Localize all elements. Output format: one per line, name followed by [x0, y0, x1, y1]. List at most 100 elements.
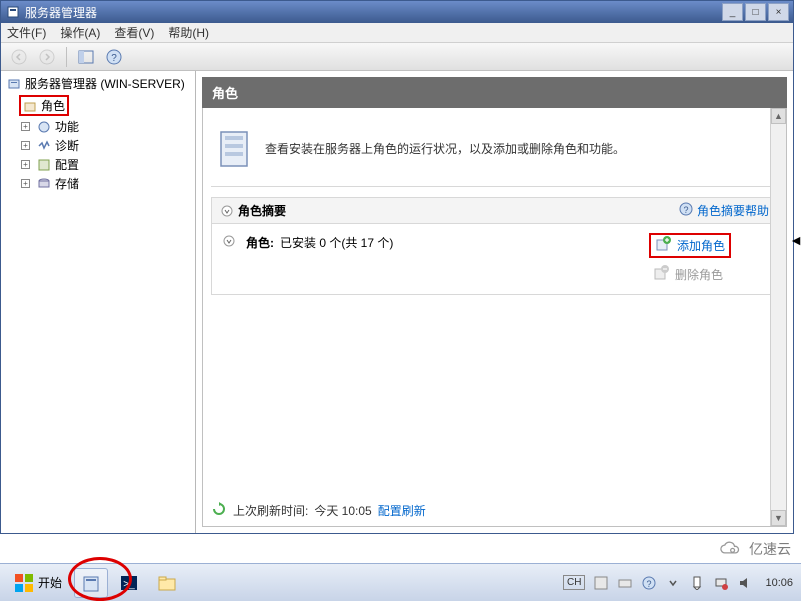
- svg-text:>_: >_: [123, 579, 135, 590]
- menu-help[interactable]: 帮助(H): [168, 24, 209, 41]
- description-text: 查看安装在服务器上角色的运行状况，以及添加或删除角色和功能。: [265, 140, 625, 157]
- refresh-bar: 上次刷新时间: 今天 10:05 配置刷新: [211, 501, 426, 520]
- summary-title: 角色摘要: [238, 202, 679, 219]
- role-large-icon: [215, 124, 255, 172]
- system-tray: CH ? 10:06: [563, 575, 793, 591]
- description-row: 查看安装在服务器上角色的运行状况，以及添加或删除角色和功能。: [211, 116, 778, 187]
- maximize-button[interactable]: □: [745, 3, 766, 21]
- features-icon: [37, 120, 51, 134]
- roles-installed: 角色: 已安装 0 个(共 17 个): [222, 234, 653, 284]
- refresh-icon: [211, 501, 227, 520]
- ime-options-icon[interactable]: [593, 575, 609, 591]
- roles-summary-box: 角色摘要 ? 角色摘要帮助 角色:: [211, 197, 778, 295]
- diagnostics-icon: [37, 139, 51, 153]
- content-body: 查看安装在服务器上角色的运行状况，以及添加或删除角色和功能。 角色摘要 ? 角色…: [202, 108, 787, 527]
- content-header: 角色: [202, 77, 787, 108]
- close-button[interactable]: ×: [768, 3, 789, 21]
- expand-icon[interactable]: +: [21, 141, 30, 150]
- tree-node-configuration[interactable]: + 配置: [7, 155, 189, 174]
- refresh-config-link[interactable]: 配置刷新: [378, 502, 426, 519]
- svg-text:?: ?: [683, 205, 688, 215]
- watermark: 亿速云: [717, 539, 791, 559]
- tree-config-label: 配置: [55, 156, 79, 173]
- task-powershell[interactable]: >_: [112, 568, 146, 598]
- server-manager-window: 服务器管理器 _ □ × 文件(F) 操作(A) 查看(V) 帮助(H) ?: [0, 0, 794, 534]
- watermark-text: 亿速云: [749, 539, 791, 559]
- start-button[interactable]: 开始: [6, 569, 70, 597]
- refresh-prefix: 上次刷新时间:: [233, 502, 308, 519]
- config-icon: [37, 158, 51, 172]
- server-manager-icon: [7, 77, 21, 91]
- expand-icon[interactable]: +: [21, 179, 30, 188]
- ime-indicator[interactable]: CH: [563, 575, 585, 590]
- toolbar: ?: [1, 43, 793, 71]
- help-button[interactable]: ?: [102, 46, 126, 68]
- network-icon[interactable]: [713, 575, 729, 591]
- menu-file[interactable]: 文件(F): [7, 24, 46, 41]
- start-label: 开始: [38, 574, 62, 591]
- tree-storage-label: 存储: [55, 175, 79, 192]
- expand-icon[interactable]: +: [21, 160, 30, 169]
- forward-button: [35, 46, 59, 68]
- help-icon: ?: [679, 202, 693, 219]
- scroll-down-icon[interactable]: ▼: [771, 510, 786, 526]
- summary-body: 角色: 已安装 0 个(共 17 个) 添加角色: [212, 224, 777, 294]
- tree-diag-label: 诊断: [55, 137, 79, 154]
- roles-icon: [23, 99, 37, 113]
- refresh-time: 今天 10:05: [314, 502, 371, 519]
- window-title: 服务器管理器: [25, 4, 722, 21]
- tree-root[interactable]: 服务器管理器 (WIN-SERVER): [7, 75, 189, 92]
- add-icon: [655, 236, 671, 255]
- tree-node-roles[interactable]: 角色: [7, 94, 189, 117]
- tree-node-storage[interactable]: + 存储: [7, 174, 189, 193]
- windows-logo-icon: [14, 573, 34, 593]
- main-area: 服务器管理器 (WIN-SERVER) 角色 + 功能 +: [1, 71, 793, 533]
- vertical-scrollbar[interactable]: ▲ ▼: [770, 108, 786, 526]
- tree-node-features[interactable]: + 功能: [7, 117, 189, 136]
- menu-view[interactable]: 查看(V): [114, 24, 154, 41]
- action-center-icon[interactable]: [689, 575, 705, 591]
- add-roles-label: 添加角色: [677, 237, 725, 254]
- tree-features-label: 功能: [55, 118, 79, 135]
- summary-help-label: 角色摘要帮助: [697, 202, 769, 219]
- expand-icon[interactable]: +: [21, 122, 30, 131]
- app-icon: [5, 4, 21, 20]
- tray-expand-icon[interactable]: [665, 575, 681, 591]
- chevron-icon[interactable]: [222, 234, 236, 248]
- tree-roles-label: 角色: [41, 97, 65, 114]
- task-server-manager[interactable]: [74, 568, 108, 598]
- clock[interactable]: 10:06: [765, 577, 793, 589]
- menubar: 文件(F) 操作(A) 查看(V) 帮助(H): [1, 23, 793, 43]
- edge-arrow-icon: ◄: [789, 232, 801, 248]
- tree-node-diagnostics[interactable]: + 诊断: [7, 136, 189, 155]
- content-panel: 角色 查看安装在服务器上角色的运行状况，以及添加或删除角色和功能。 角色摘要: [202, 77, 787, 527]
- tree-panel: 服务器管理器 (WIN-SERVER) 角色 + 功能 +: [1, 71, 196, 533]
- svg-text:?: ?: [111, 53, 117, 64]
- volume-icon[interactable]: [737, 575, 753, 591]
- collapse-icon[interactable]: [220, 204, 234, 218]
- task-explorer[interactable]: [150, 568, 184, 598]
- tree-root-label: 服务器管理器 (WIN-SERVER): [25, 75, 185, 92]
- titlebar[interactable]: 服务器管理器 _ □ ×: [1, 1, 793, 23]
- summary-header[interactable]: 角色摘要 ? 角色摘要帮助: [212, 198, 777, 224]
- add-roles-link[interactable]: 添加角色: [655, 236, 725, 255]
- minimize-button[interactable]: _: [722, 3, 743, 21]
- summary-help-link[interactable]: ? 角色摘要帮助: [679, 202, 769, 219]
- scroll-track[interactable]: [771, 124, 786, 510]
- keyboard-icon[interactable]: [617, 575, 633, 591]
- show-hide-tree-button[interactable]: [74, 46, 98, 68]
- menu-action[interactable]: 操作(A): [60, 24, 100, 41]
- roles-label: 角色:: [246, 234, 274, 251]
- remove-roles-label: 删除角色: [675, 266, 723, 283]
- toolbar-separator: [66, 47, 67, 67]
- roles-count: 已安装 0 个(共 17 个): [280, 234, 393, 251]
- svg-text:?: ?: [647, 579, 652, 589]
- taskbar: 开始 >_ CH ? 10:06: [0, 563, 801, 601]
- cloud-icon: [717, 540, 743, 558]
- remove-roles-link: 删除角色: [653, 265, 727, 284]
- help-tray-icon[interactable]: ?: [641, 575, 657, 591]
- back-button: [7, 46, 31, 68]
- remove-icon: [653, 265, 669, 284]
- storage-icon: [37, 177, 51, 191]
- scroll-up-icon[interactable]: ▲: [771, 108, 786, 124]
